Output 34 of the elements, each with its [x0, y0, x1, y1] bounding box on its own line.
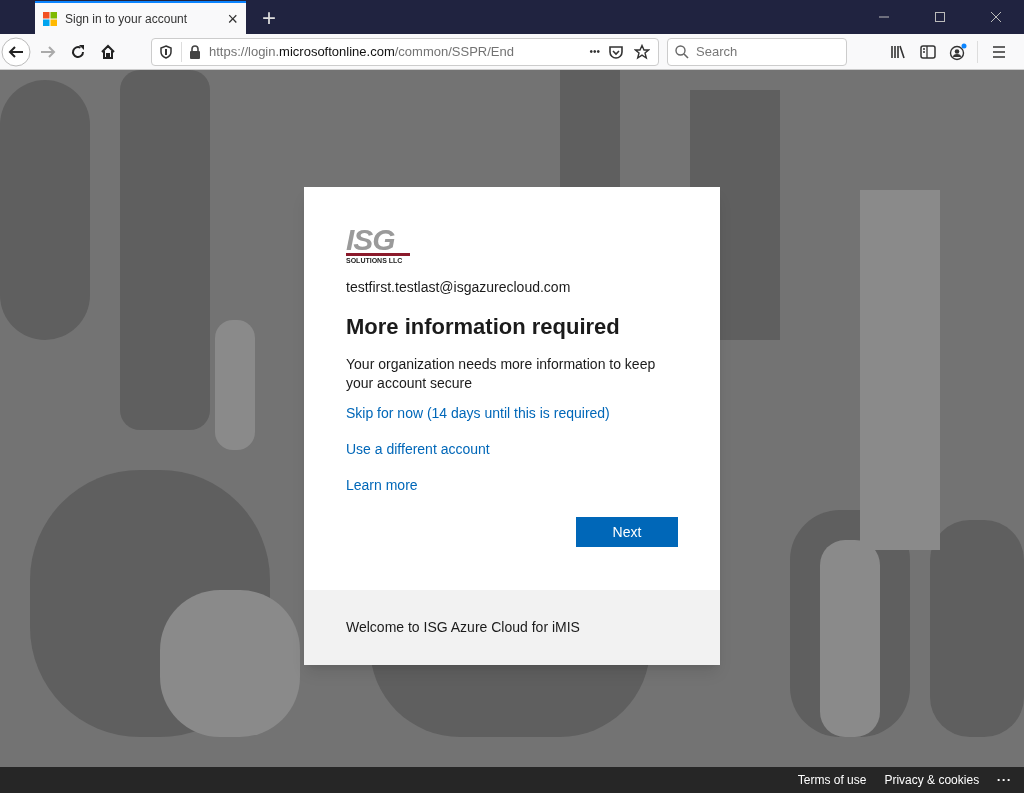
new-tab-button[interactable]: +	[254, 6, 284, 30]
more-options-button[interactable]: • • •	[997, 774, 1010, 786]
description-text: Your organization needs more information to keep your account secure	[346, 355, 657, 393]
close-icon[interactable]	[990, 11, 1002, 23]
back-icon[interactable]	[1, 36, 31, 67]
maximize-icon[interactable]	[934, 11, 946, 23]
close-tab-button[interactable]: ×	[227, 9, 238, 28]
account-email: testfirst.testlast@isgazurecloud.com	[346, 278, 572, 297]
search-field[interactable]: Search	[667, 37, 847, 66]
menu-icon[interactable]	[992, 44, 1006, 59]
tab-title: Sign in to your account	[65, 10, 189, 28]
welcome-text: Welcome to ISG Azure Cloud for iMIS	[346, 618, 580, 637]
link[interactable]: Learn more	[346, 475, 418, 496]
star-icon[interactable]	[634, 43, 650, 60]
lock-icon	[189, 44, 201, 59]
address-bar[interactable]: https://login.microsoftonline.com/common/SSPR/End •••	[151, 37, 659, 66]
page-title: More information required	[346, 313, 621, 341]
account-icon[interactable]	[949, 42, 967, 61]
reload-icon[interactable]	[70, 43, 86, 60]
home-icon[interactable]	[100, 43, 116, 60]
windows-logo-icon	[43, 11, 57, 26]
footer-link[interactable]: Terms of use	[797, 771, 867, 789]
link[interactable]: Skip for now (14 days until this is required)	[346, 403, 610, 424]
link[interactable]: Use a different account	[346, 439, 490, 460]
shield-icon	[159, 44, 173, 59]
url-text: https://login.microsoftonline.com/common/SSPR/End	[209, 42, 515, 61]
library-icon[interactable]	[890, 43, 906, 60]
footer-link[interactable]: Privacy & cookies	[884, 771, 980, 789]
next-button[interactable]: Next	[576, 517, 678, 547]
sidebar-icon[interactable]	[920, 43, 936, 60]
page-actions-button[interactable]: •••	[589, 44, 600, 59]
pocket-icon[interactable]	[608, 43, 624, 60]
browser-tab[interactable]: Sign in to your account ×	[35, 1, 246, 34]
search-icon	[675, 44, 689, 59]
